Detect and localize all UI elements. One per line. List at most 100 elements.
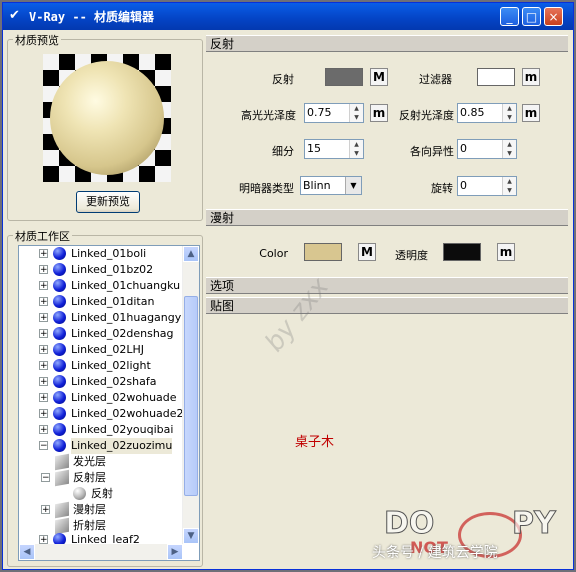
layer-name: 漫射层	[73, 503, 106, 516]
rotation-label: 旋转	[431, 182, 453, 195]
filter-color-swatch[interactable]	[477, 68, 515, 86]
close-button[interactable]: ×	[544, 7, 563, 26]
transparency-color-swatch[interactable]	[443, 243, 481, 261]
workspace-group-label: 材质工作区	[13, 228, 72, 244]
diffuse-color-swatch[interactable]	[304, 243, 342, 261]
expand-toggle-icon[interactable]: +	[39, 329, 48, 339]
material-sphere-icon	[53, 263, 66, 276]
reflect-color-swatch[interactable]	[325, 68, 363, 86]
transparency-map-button[interactable]: m	[497, 243, 515, 261]
material-item[interactable]: + Linked_01huagangy	[19, 310, 183, 326]
refl-gloss-label: 反射光泽度	[399, 109, 454, 122]
annotation-text: 桌子木	[295, 435, 335, 450]
material-item[interactable]: + Linked_01bz02	[19, 262, 183, 278]
title-bar[interactable]: ✔ V-Ray -- 材质编辑器 _ □ ×	[3, 3, 573, 30]
expand-toggle-icon[interactable]: +	[39, 297, 48, 307]
expand-toggle-icon[interactable]: −	[41, 473, 50, 483]
preview-group-label: 材质预览	[13, 32, 61, 48]
layer-name: 发光层	[73, 455, 106, 468]
material-name: Linked_01boli	[71, 247, 147, 260]
layer-reflection[interactable]: − 反射层	[19, 469, 183, 487]
subdivs-spinner[interactable]: 15 ▲ ▼	[304, 139, 364, 159]
layer-emissive[interactable]: 发光层	[19, 453, 183, 471]
diffuse-color-label: Color	[259, 247, 288, 260]
layer-icon	[55, 469, 69, 487]
material-editor-window: ✔ V-Ray -- 材质编辑器 _ □ × 材质预览 更新预览 材质工作区 +…	[2, 2, 574, 570]
refl-gloss-spinner[interactable]: 0.85 ▲ ▼	[457, 103, 517, 123]
layer-diffuse[interactable]: + 漫射层	[19, 501, 183, 519]
hilight-gloss-spinner[interactable]: 0.75 ▲ ▼	[304, 103, 364, 123]
refl-gloss-map-button[interactable]: m	[522, 104, 540, 122]
material-name: Linked_02shafa	[71, 375, 157, 388]
expand-toggle-icon[interactable]: +	[39, 281, 48, 291]
spinner-arrows[interactable]: ▲ ▼	[349, 104, 363, 122]
tree-horizontal-scrollbar[interactable]: ◀ ▶	[19, 544, 183, 560]
spinner-arrows[interactable]: ▲ ▼	[502, 140, 516, 158]
minimize-button[interactable]: _	[500, 7, 519, 26]
refl-gloss-value: 0.85	[460, 106, 485, 119]
layer-icon	[55, 517, 69, 535]
diffuse-map-button[interactable]: M	[358, 243, 376, 261]
expand-toggle-icon[interactable]: −	[39, 441, 48, 451]
diffuse-header[interactable]: 漫射	[206, 209, 568, 226]
expand-toggle-icon[interactable]: +	[39, 409, 48, 419]
brdf-select[interactable]: Blinn ▼	[300, 176, 362, 195]
anisotropy-spinner[interactable]: 0 ▲ ▼	[457, 139, 517, 159]
expand-toggle-icon[interactable]: +	[39, 393, 48, 403]
spinner-arrows[interactable]: ▲ ▼	[502, 104, 516, 122]
layer-reflection-brdf[interactable]: 反射	[19, 486, 183, 502]
expand-toggle-icon[interactable]: +	[39, 425, 48, 435]
expand-toggle-icon[interactable]: +	[39, 535, 48, 545]
chevron-down-icon[interactable]: ▼	[345, 177, 361, 194]
spinner-arrows[interactable]: ▲ ▼	[349, 140, 363, 158]
options-header[interactable]: 选项	[206, 277, 568, 294]
material-item[interactable]: + Linked_02LHJ	[19, 342, 183, 358]
transparency-label: 透明度	[395, 249, 428, 262]
expand-toggle-icon[interactable]: +	[39, 345, 48, 355]
reflection-header[interactable]: 反射	[206, 35, 568, 52]
material-item[interactable]: + Linked_02shafa	[19, 374, 183, 390]
spinner-arrows[interactable]: ▲ ▼	[502, 177, 516, 195]
brdf-sphere-icon	[73, 487, 86, 500]
expand-toggle-icon[interactable]: +	[39, 361, 48, 371]
material-item[interactable]: + Linked_01chuangku	[19, 278, 183, 294]
scroll-left-arrow[interactable]: ◀	[19, 544, 35, 560]
maximize-button[interactable]: □	[522, 7, 541, 26]
expand-toggle-icon[interactable]: +	[39, 377, 48, 387]
material-item[interactable]: + Linked_01boli	[19, 246, 183, 262]
material-item[interactable]: + Linked_02youqibai	[19, 422, 183, 438]
material-sphere-icon	[53, 391, 66, 404]
material-tree[interactable]: + Linked_01boli + Linked_01bz02 + Linked_01ch…	[18, 245, 200, 561]
scroll-thumb[interactable]	[184, 296, 198, 496]
expand-toggle-icon[interactable]: +	[39, 265, 48, 275]
material-name: Linked_01bz02	[71, 263, 154, 276]
stamp-left: DO	[383, 506, 435, 542]
maps-header[interactable]: 贴图	[206, 297, 568, 314]
filter-map-button[interactable]: m	[522, 68, 540, 86]
material-item[interactable]: + Linked_02denshag	[19, 326, 183, 342]
expand-toggle-icon[interactable]: +	[39, 249, 48, 259]
rotation-spinner[interactable]: 0 ▲ ▼	[457, 176, 517, 196]
material-item[interactable]: + Linked_02light	[19, 358, 183, 374]
scroll-right-arrow[interactable]: ▶	[167, 544, 183, 560]
material-item[interactable]: + Linked_02wohuade	[19, 390, 183, 406]
material-name: Linked_02zuozimu	[71, 438, 173, 454]
tree-vertical-scrollbar[interactable]: ▲ ▼	[182, 246, 199, 544]
material-item[interactable]: − Linked_02zuozimu	[19, 438, 183, 454]
expand-toggle-icon[interactable]: +	[41, 505, 50, 515]
material-name: Linked_02wohuade2	[71, 407, 184, 420]
material-item[interactable]: + Linked_02wohuade2	[19, 406, 184, 422]
layer-name: 反射	[91, 487, 113, 500]
scroll-up-arrow[interactable]: ▲	[183, 246, 199, 262]
material-sphere-icon	[53, 279, 66, 292]
hilight-gloss-map-button[interactable]: m	[370, 104, 388, 122]
expand-toggle-icon[interactable]: +	[39, 313, 48, 323]
filter-label: 过滤器	[419, 73, 452, 86]
scroll-down-arrow[interactable]: ▼	[183, 528, 199, 544]
window-title: V-Ray -- 材质编辑器	[29, 10, 155, 24]
material-preview	[43, 54, 171, 182]
update-preview-button[interactable]: 更新预览	[76, 191, 140, 213]
material-item[interactable]: + Linked_01ditan	[19, 294, 183, 310]
material-sphere-icon	[53, 423, 66, 436]
reflect-map-button[interactable]: M	[370, 68, 388, 86]
